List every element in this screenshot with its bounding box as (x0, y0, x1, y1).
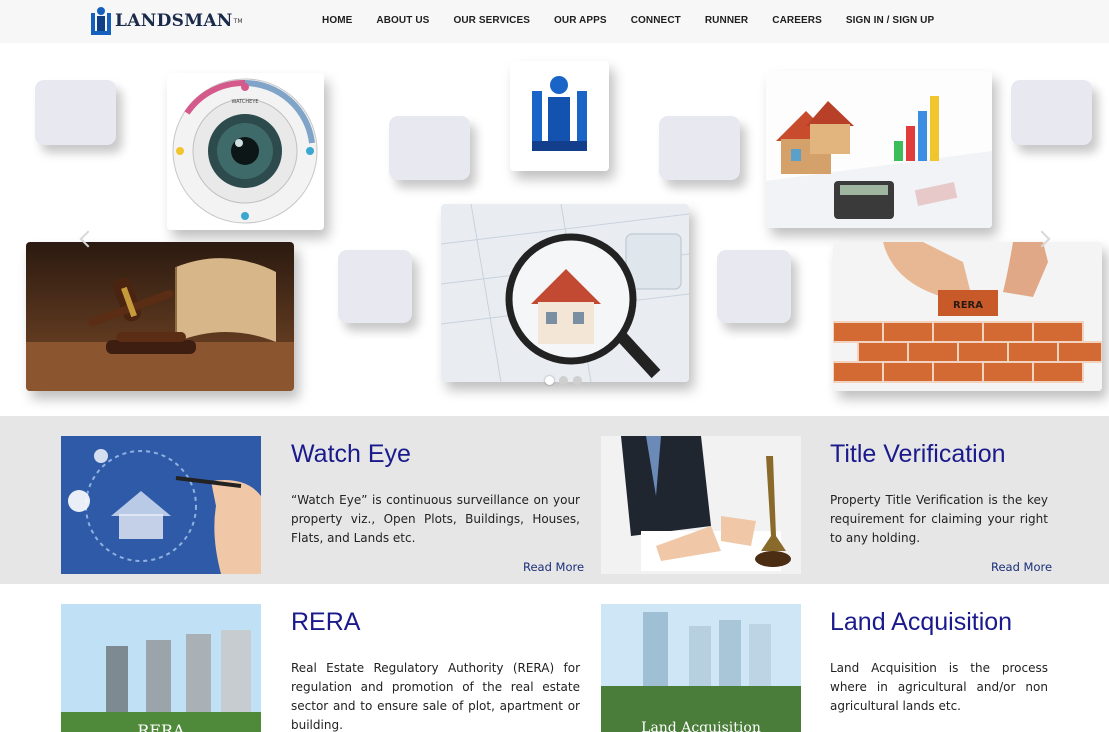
watcheye-dial-label: WATCHEYE (231, 99, 258, 105)
read-more-title-verification[interactable]: Read More (991, 560, 1052, 574)
property-finance-image (766, 71, 992, 228)
landsman-logo-icon (89, 5, 113, 37)
carousel-dot[interactable] (545, 376, 554, 385)
rera-bricks-image: RERA (833, 242, 1102, 391)
placeholder-tile (389, 116, 470, 180)
read-more-watch-eye[interactable]: Read More (523, 560, 584, 574)
service-desc-rera: Real Estate Regulatory Authority (RERA) … (291, 661, 580, 732)
property-finance-card[interactable] (766, 71, 992, 228)
service-desc-title-verification: Property Title Verification is the key r… (830, 493, 1048, 545)
nav-our-services[interactable]: OUR SERVICES (453, 15, 530, 26)
nav-sign-in[interactable]: SIGN IN / SIGN UP (846, 15, 934, 26)
nav-our-apps[interactable]: OUR APPS (554, 15, 607, 26)
placeholder-tile (717, 250, 791, 323)
main-nav: HOME ABOUT US OUR SERVICES OUR APPS CONN… (322, 15, 958, 26)
nav-connect[interactable]: CONNECT (631, 15, 681, 26)
nav-runner[interactable]: RUNNER (705, 15, 748, 26)
brand-logo[interactable]: LANDSMAN TM (89, 4, 243, 38)
placeholder-tile (1011, 80, 1092, 145)
service-desc-land-acquisition: Land Acquisition is the process where in… (830, 661, 1048, 713)
nav-home[interactable]: HOME (322, 15, 352, 26)
rera-brick-label: RERA (953, 300, 983, 311)
rera-image-caption: RERA (137, 721, 185, 732)
carousel-dot[interactable] (573, 376, 582, 385)
landsman-emblem-card[interactable] (510, 61, 609, 171)
gavel-image (26, 242, 294, 391)
watch-eye-image[interactable] (61, 436, 261, 574)
site-header: LANDSMAN TM HOME ABOUT US OUR SERVICES O… (0, 0, 1109, 43)
land-acquisition-image-caption: Land Acquisition (641, 720, 761, 732)
brand-name: LANDSMAN (115, 11, 233, 31)
service-title-title-verification[interactable]: Title Verification (830, 440, 1006, 469)
rera-bricks-card[interactable]: RERA (833, 242, 1102, 391)
magnifier-house-card[interactable] (441, 204, 689, 382)
nav-careers[interactable]: CAREERS (772, 15, 822, 26)
carousel-dots (545, 376, 587, 385)
land-acquisition-image[interactable]: Land Acquisition (601, 604, 801, 732)
hero-carousel: WATCHEYE RERA (0, 43, 1109, 416)
rera-image[interactable]: RERA (61, 604, 261, 732)
brand-trademark: TM (233, 17, 243, 25)
magnifier-house-image (441, 204, 689, 382)
placeholder-tile (338, 250, 412, 323)
landsman-emblem-icon (510, 61, 609, 171)
watcheye-image: WATCHEYE (167, 73, 324, 230)
service-title-land-acquisition[interactable]: Land Acquisition (830, 608, 1012, 637)
placeholder-tile (35, 80, 116, 145)
carousel-dot[interactable] (559, 376, 568, 385)
gavel-law-card[interactable] (26, 242, 294, 391)
service-title-rera[interactable]: RERA (291, 608, 360, 637)
service-desc-watch-eye: “Watch Eye” is continuous surveillance o… (291, 493, 580, 545)
watcheye-card[interactable]: WATCHEYE (167, 73, 324, 230)
nav-about-us[interactable]: ABOUT US (376, 15, 429, 26)
placeholder-tile (659, 116, 740, 180)
service-title-watch-eye[interactable]: Watch Eye (291, 440, 411, 469)
title-verification-image[interactable] (601, 436, 801, 574)
